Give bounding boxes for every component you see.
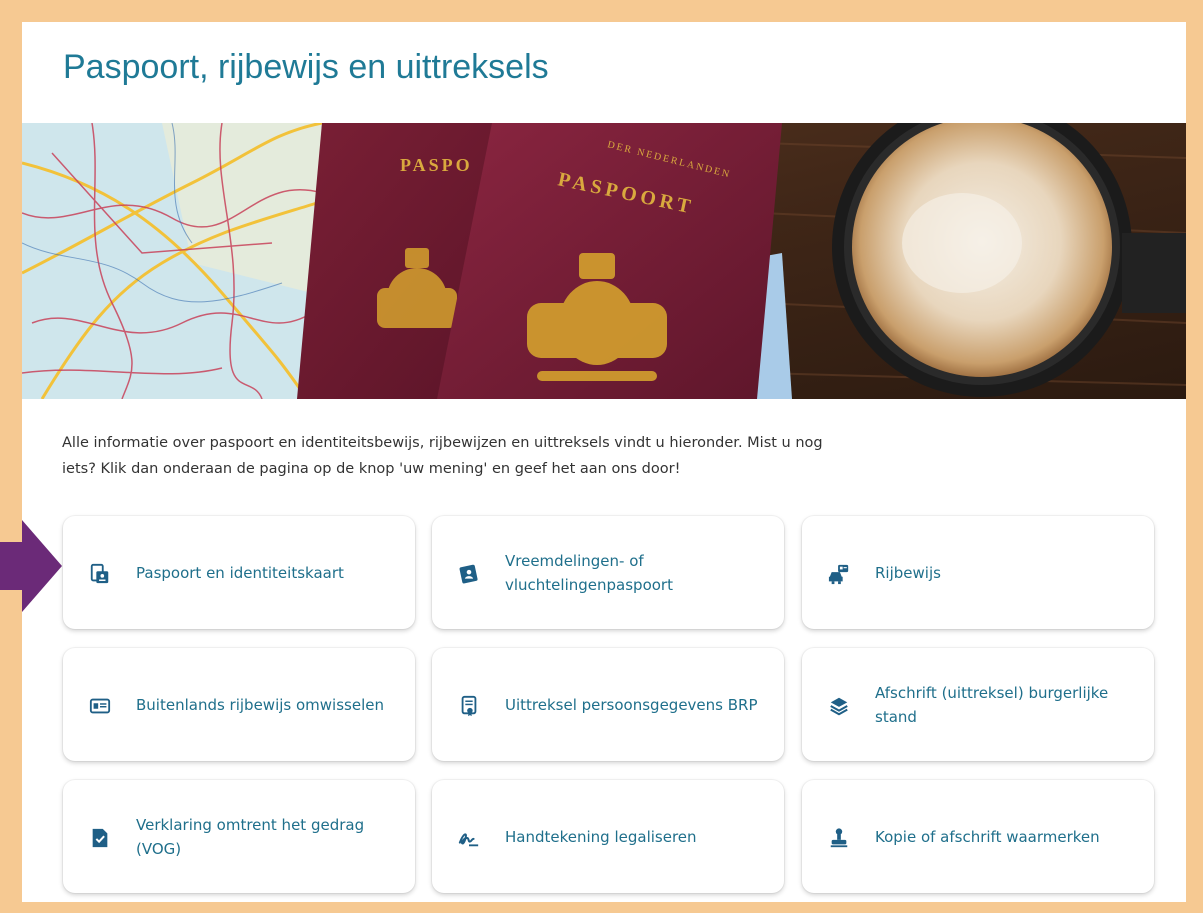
- card-handtekening-legaliseren[interactable]: Handtekening legaliseren: [432, 780, 784, 893]
- card-paspoort-identiteitskaart[interactable]: Paspoort en identiteitskaart: [63, 516, 415, 629]
- intro-text: Alle informatie over paspoort en identit…: [62, 435, 823, 477]
- hero-image: PASPO DER NEDERLANDEN PASPOORT: [22, 123, 1186, 399]
- card-label: Paspoort en identiteitskaart: [136, 563, 344, 582]
- card-label: Vreemdelingen- of vluchtelingenpaspoort: [505, 551, 673, 594]
- page-title: Paspoort, rijbewijs en uittreksels: [63, 48, 549, 86]
- card-label: Verklaring omtrent het gedrag (VOG): [136, 815, 365, 858]
- pointer-arrow: [0, 520, 62, 612]
- car-license-icon: [828, 564, 849, 584]
- stamp-icon: [830, 827, 848, 847]
- license-card-icon: [89, 698, 111, 713]
- card-vog[interactable]: Verklaring omtrent het gedrag (VOG): [63, 780, 415, 893]
- page-frame: Paspoort, rijbewijs en uittreksels PASPO…: [22, 22, 1186, 902]
- card-uittreksel-brp[interactable]: Uittreksel persoonsgegevens BRP: [432, 648, 784, 761]
- card-label: Afschrift (uittreksel) burgerlijke stand: [875, 683, 1109, 726]
- layers-icon: [830, 697, 848, 715]
- card-vreemdelingenpaspoort[interactable]: Vreemdelingen- of vluchtelingenpaspoort: [432, 516, 784, 629]
- checked-document-icon: [92, 828, 108, 847]
- card-buitenlands-rijbewijs[interactable]: Buitenlands rijbewijs omwisselen: [63, 648, 415, 761]
- signature-icon: [458, 832, 479, 846]
- card-kopie-waarmerken[interactable]: Kopie of afschrift waarmerken: [802, 780, 1154, 893]
- card-rijbewijs[interactable]: Rijbewijs: [802, 516, 1154, 629]
- card-label: Handtekening legaliseren: [505, 827, 697, 846]
- hero-passport-text-back: PASPO: [400, 155, 473, 175]
- card-label: Kopie of afschrift waarmerken: [875, 827, 1100, 846]
- card-afschrift-burgerlijke-stand[interactable]: Afschrift (uittreksel) burgerlijke stand: [802, 648, 1154, 761]
- card-label: Uittreksel persoonsgegevens BRP: [505, 695, 758, 714]
- card-label: Buitenlands rijbewijs omwisselen: [136, 695, 384, 714]
- card-label: Rijbewijs: [875, 563, 941, 582]
- id-card-icon: [459, 564, 478, 583]
- document-certificate-icon: [461, 695, 477, 716]
- passport-icon: [90, 563, 109, 583]
